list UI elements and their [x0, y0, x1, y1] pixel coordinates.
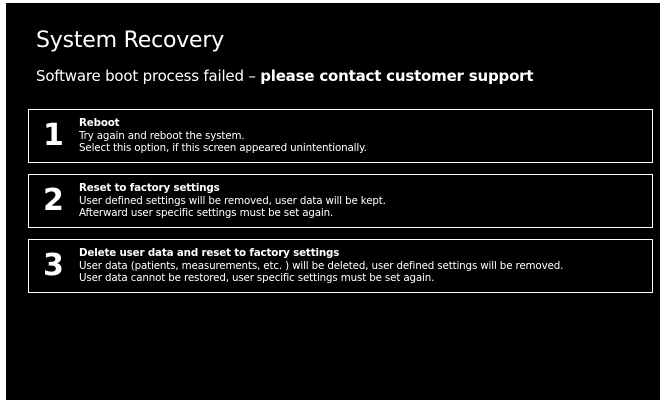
error-message: Software boot process failed – please co…	[36, 67, 534, 85]
option-heading: Reset to factory settings	[79, 182, 220, 194]
option-text: Delete user data and reset to factory se…	[79, 247, 646, 285]
option-number: 1	[43, 118, 64, 153]
option-text: Reset to factory settings User defined s…	[79, 182, 646, 220]
option-description-line: User data (patients, measurements, etc. …	[79, 259, 564, 272]
option-heading: Reboot	[79, 117, 120, 129]
support-notice: please contact customer support	[260, 67, 534, 85]
factory-reset-option[interactable]: 2 Reset to factory settings User defined…	[28, 174, 653, 228]
option-number: 2	[43, 183, 64, 218]
option-heading: Delete user data and reset to factory se…	[79, 247, 340, 259]
error-message-text: Software boot process failed –	[36, 67, 261, 85]
delete-user-data-option[interactable]: 3 Delete user data and reset to factory …	[28, 239, 653, 293]
option-description-line: Afterward user specific settings must be…	[79, 207, 334, 219]
option-description-line: User data cannot be restored, user speci…	[79, 272, 435, 284]
option-text: Reboot Try again and reboot the system. …	[79, 117, 646, 155]
reboot-option[interactable]: 1 Reboot Try again and reboot the system…	[28, 109, 653, 163]
option-number: 3	[43, 248, 64, 283]
option-description-line: Select this option, if this screen appea…	[79, 142, 367, 154]
option-description-line: Try again and reboot the system.	[79, 129, 245, 142]
option-description-line: User defined settings will be removed, u…	[79, 194, 386, 207]
recovery-screen: System Recovery Software boot process fa…	[6, 3, 660, 400]
page-title: System Recovery	[36, 28, 225, 53]
